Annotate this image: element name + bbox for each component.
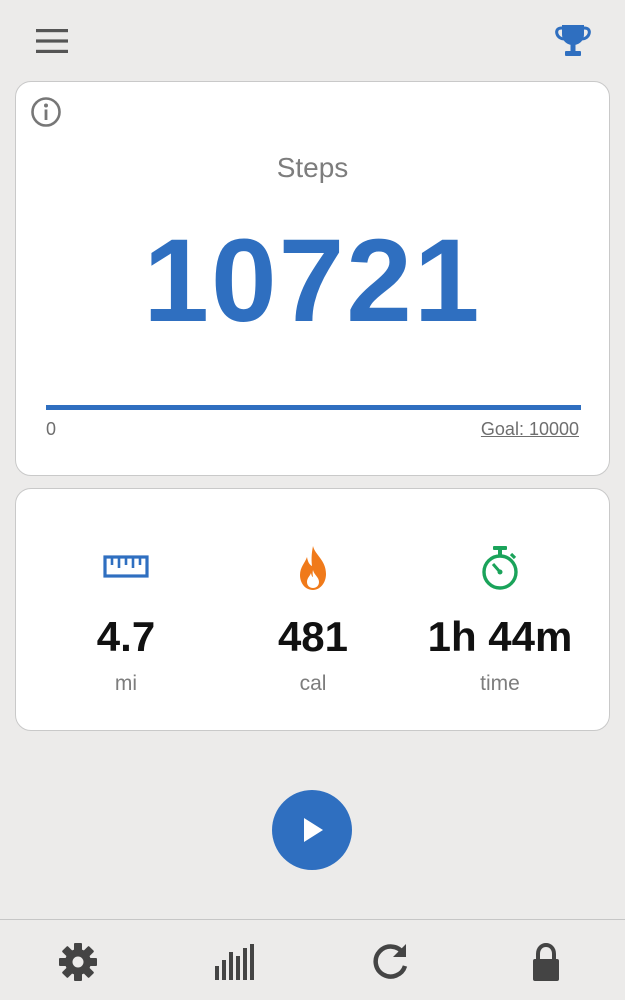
distance-stat: 4.7 mi (26, 489, 226, 732)
goal-link[interactable]: Goal: 10000 (481, 419, 579, 440)
steps-card: Steps 10721 0 Goal: 10000 (15, 81, 610, 476)
distance-unit: mi (114, 672, 138, 695)
pedometer-app: Steps 10721 0 Goal: 10000 4.7 mi 481 cal… (0, 0, 625, 1000)
time-stat: 1h 44m time (400, 489, 600, 732)
goal-progress-bar (46, 405, 581, 410)
bottom-nav (0, 919, 625, 1000)
stats-card: 4.7 mi 481 cal 1h 44m time (15, 488, 610, 731)
distance-value: 4.7 (96, 613, 156, 660)
steps-count: 10721 (143, 215, 482, 347)
play-icon (304, 818, 323, 842)
goal-progress-fill (46, 405, 581, 410)
calories-value: 481 (277, 613, 349, 660)
time-unit: time (480, 672, 520, 695)
trophy-icon[interactable] (553, 20, 593, 60)
lock-icon[interactable] (524, 940, 568, 984)
stopwatch-icon (400, 543, 600, 593)
bar-chart-icon[interactable] (212, 940, 256, 984)
flame-icon (213, 543, 413, 593)
ruler-icon (26, 543, 226, 593)
calories-stat: 481 cal (213, 489, 413, 732)
hamburger-menu-icon[interactable] (33, 26, 71, 56)
steps-label: Steps (276, 152, 349, 183)
refresh-icon[interactable] (368, 940, 412, 984)
gear-icon[interactable] (56, 940, 100, 984)
time-value: 1h 44m (427, 613, 573, 660)
progress-min-label: 0 (46, 419, 57, 439)
info-icon[interactable] (30, 96, 62, 128)
calories-unit: cal (299, 672, 327, 695)
play-button[interactable] (272, 790, 352, 870)
